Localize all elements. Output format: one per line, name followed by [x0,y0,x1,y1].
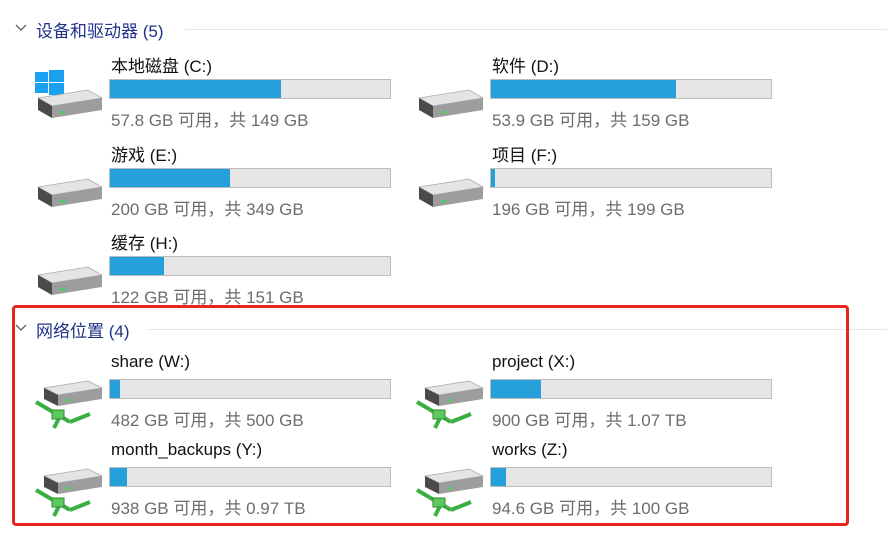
usage-bar-fill [110,468,127,486]
network-drive-icon [34,468,104,517]
chevron-down-icon[interactable] [14,321,28,335]
network-drive-icon [415,380,485,429]
drive-free-space: 482 GB 可用，共 500 GB [111,411,304,430]
drive-name: 项目 (F:) [492,146,558,165]
hard-drive-icon [36,266,104,295]
usage-bar-fill [110,380,121,398]
windows-drive-icon [35,70,104,118]
drive-name: project (X:) [492,352,576,371]
drive-free-space: 57.8 GB 可用，共 149 GB [111,111,309,130]
network-drive-icon [415,468,485,517]
hard-drive-icon [417,178,485,207]
usage-bar [109,168,391,188]
group-header-network[interactable]: 网络位置 (4) [0,317,887,341]
drive-tile-h[interactable]: 缓存 (H:) 122 GB 可用，共 151 GB [30,229,400,315]
chevron-down-icon[interactable] [14,21,28,35]
usage-bar [109,79,391,99]
group-divider [148,329,887,330]
usage-bar-fill [491,169,496,187]
group-title-network: 网络位置 (4) [36,322,130,341]
usage-bar [490,168,772,188]
group-divider [185,29,887,30]
usage-bar [109,467,391,487]
usage-bar-fill [110,257,164,275]
network-drive-icon [34,380,104,429]
drive-tile-e[interactable]: 游戏 (E:) 200 GB 可用，共 349 GB [30,141,400,227]
usage-bar [490,379,772,399]
drive-tile-d[interactable]: 软件 (D:) 53.9 GB 可用，共 159 GB [411,52,781,138]
usage-bar-fill [110,169,230,187]
drive-tile-f[interactable]: 项目 (F:) 196 GB 可用，共 199 GB [411,141,781,227]
network-drive-tile-y[interactable]: month_backups (Y:) 938 GB 可用，共 0.97 TB [30,440,400,526]
drive-free-space: 53.9 GB 可用，共 159 GB [492,111,690,130]
drive-tile-c[interactable]: 本地磁盘 (C:) 57.8 GB 可用，共 149 GB [30,52,400,138]
drive-name: 缓存 (H:) [111,234,179,253]
group-header-devices[interactable]: 设备和驱动器 (5) [0,17,887,41]
drive-free-space: 938 GB 可用，共 0.97 TB [111,499,306,518]
usage-bar-fill [491,468,507,486]
hard-drive-icon [36,178,104,207]
usage-bar-fill [491,380,542,398]
group-title-devices: 设备和驱动器 (5) [36,22,164,41]
drive-free-space: 94.6 GB 可用，共 100 GB [492,499,690,518]
drive-name: works (Z:) [492,440,568,459]
drive-name: 游戏 (E:) [111,146,178,165]
drive-free-space: 900 GB 可用，共 1.07 TB [492,411,687,430]
usage-bar [490,467,772,487]
drive-free-space: 122 GB 可用，共 151 GB [111,288,304,307]
drive-name: share (W:) [111,352,191,371]
network-drive-tile-z[interactable]: works (Z:) 94.6 GB 可用，共 100 GB [411,440,781,526]
usage-bar-fill [491,80,677,98]
network-drive-tile-w[interactable]: share (W:) 482 GB 可用，共 500 GB [30,352,400,438]
hard-drive-icon [417,89,485,118]
usage-bar-fill [110,80,282,98]
usage-bar [109,379,391,399]
drive-free-space: 200 GB 可用，共 349 GB [111,200,304,219]
drive-free-space: 196 GB 可用，共 199 GB [492,200,685,219]
drive-name: 软件 (D:) [492,57,560,76]
usage-bar [490,79,772,99]
usage-bar [109,256,391,276]
network-drive-tile-x[interactable]: project (X:) 900 GB 可用，共 1.07 TB [411,352,781,438]
drive-name: 本地磁盘 (C:) [111,57,213,76]
drive-name: month_backups (Y:) [111,440,263,459]
